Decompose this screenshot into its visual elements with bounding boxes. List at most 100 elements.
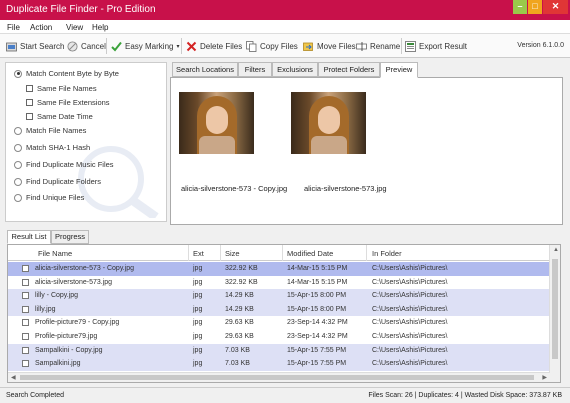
cell-folder: C:\Users\Ashis\Pictures\ [372,319,448,327]
option-match-file-names[interactable]: Match File Names [14,126,86,135]
menu-file[interactable]: File [7,23,20,32]
cell-size: 14.29 KB [225,305,254,313]
start-search-button[interactable]: Start Search [6,39,64,53]
row-checkbox[interactable] [22,319,29,327]
export-icon [405,40,416,52]
checkbox[interactable] [26,99,33,106]
cell-file-name: alicia-silverstone-573 - Copy.jpg [35,265,135,272]
option-match-content[interactable]: Match Content Byte by Byte [14,69,119,78]
horizontal-scrollbar[interactable]: ◀ ▶ [8,372,550,382]
cell-file-name: lilly - Copy.jpg [35,292,79,300]
scroll-right-icon[interactable]: ▶ [542,374,547,381]
tab-filters[interactable]: Filters [238,62,272,77]
radio-button[interactable] [14,160,22,169]
row-checkbox[interactable] [22,305,29,313]
column-header-in-folder[interactable]: In Folder [372,249,402,258]
row-checkbox[interactable] [22,265,29,272]
table-row[interactable]: lilly.jpg jpg 14.29 KB 15-Apr-15 8:00 PM… [8,302,550,317]
scroll-thumb[interactable] [552,259,558,359]
scroll-up-icon[interactable]: ▲ [553,247,559,253]
column-header-ext[interactable]: Ext [193,249,204,258]
easy-marking-button[interactable]: Easy Marking ▾ [111,39,179,53]
title-bar: Duplicate File Finder - Pro Edition – □ … [0,0,570,20]
tab-preview[interactable]: Preview [380,62,418,78]
radio-button[interactable] [14,126,22,135]
scroll-thumb[interactable] [20,375,534,380]
cell-file-name: Sampalkini - Copy.jpg [35,346,103,354]
table-row[interactable]: Profile-picture79.jpg jpg 29.63 KB 23-Se… [8,330,550,344]
cell-folder: C:\Users\Ashis\Pictures\ [372,305,448,313]
cancel-label: Cancel [81,41,106,51]
copy-files-button[interactable]: Copy Files [246,39,298,53]
move-files-button[interactable]: Move Files [303,39,356,53]
maximize-button[interactable]: □ [528,0,542,14]
column-header-size[interactable]: Size [225,249,240,258]
cell-size: 7.03 KB [225,346,250,354]
table-row[interactable]: alicia-silverstone-573.jpg jpg 322.92 KB… [8,275,550,290]
preview-caption: alicia-silverstone-573.jpg [304,184,387,193]
cell-modified-date: 15-Apr-15 8:00 PM [287,292,347,300]
table-row[interactable]: Sampalkini.jpg jpg 7.03 KB 15-Apr-15 7:5… [8,357,550,371]
radio-button[interactable] [14,143,22,152]
checkbox[interactable] [26,85,33,92]
tab-progress[interactable]: Progress [51,230,89,244]
easy-marking-label: Easy Marking [125,41,174,51]
cell-modified-date: 15-Apr-15 7:55 PM [287,346,347,354]
row-checkbox[interactable] [22,292,29,300]
minimize-button[interactable]: – [513,0,527,14]
table-row[interactable]: lilly - Copy.jpg jpg 14.29 KB 15-Apr-15 … [8,289,550,303]
table-row[interactable]: alicia-silverstone-573 - Copy.jpg jpg 32… [8,262,550,276]
row-checkbox[interactable] [22,346,29,354]
status-bar: Search Completed Files Scan: 26 | Duplic… [0,387,570,403]
option-match-sha1[interactable]: Match SHA-1 Hash [14,143,90,152]
radio-button[interactable] [14,193,22,202]
preview-thumbnail[interactable] [291,92,366,154]
photo-face [206,106,228,134]
checkbox[interactable] [26,113,33,120]
tab-result-list[interactable]: Result List [7,230,51,244]
cell-modified-date: 23-Sep-14 4:32 PM [287,333,348,340]
option-unique-files[interactable]: Find Unique Files [14,193,84,202]
cell-ext: jpg [193,278,203,286]
column-header-file-name[interactable]: File Name [38,249,72,258]
cell-modified-date: 15-Apr-15 8:00 PM [287,305,347,313]
cancel-button[interactable]: Cancel [67,39,106,53]
tab-search-locations[interactable]: Search Locations [172,62,238,77]
column-divider[interactable] [282,245,283,261]
tab-exclusions[interactable]: Exclusions [272,62,318,77]
menu-help[interactable]: Help [92,23,108,32]
column-header-modified-date[interactable]: Modified Date [287,249,333,258]
option-same-file-extensions[interactable]: Same File Extensions [26,98,110,107]
row-checkbox[interactable] [22,278,29,286]
window-title: Duplicate File Finder - Pro Edition [6,4,156,15]
option-same-date-time[interactable]: Same Date Time [26,112,93,121]
cell-ext: jpg [193,360,203,368]
column-divider[interactable] [366,245,367,261]
menu-view[interactable]: View [66,23,83,32]
close-button[interactable]: ✕ [543,0,568,14]
preview-thumbnail[interactable] [179,92,254,154]
menu-action[interactable]: Action [30,23,52,32]
grid-header: File Name Ext Size Modified Date In Fold… [8,245,550,261]
tab-protect-folders[interactable]: Protect Folders [318,62,380,77]
option-same-file-names[interactable]: Same File Names [26,84,97,93]
option-duplicate-music[interactable]: Find Duplicate Music Files [14,160,114,169]
radio-button[interactable] [14,69,22,78]
rename-button[interactable]: Rename [356,39,400,53]
cell-file-name: Profile-picture79 - Copy.jpg [35,319,120,327]
option-duplicate-folders[interactable]: Find Duplicate Folders [14,177,101,186]
radio-button[interactable] [14,177,22,186]
scroll-left-icon[interactable]: ◀ [11,374,16,381]
row-checkbox[interactable] [22,360,29,368]
delete-files-button[interactable]: Delete Files [186,39,242,53]
status-text: Search Completed [6,392,64,399]
row-checkbox[interactable] [22,333,29,340]
table-row[interactable]: Sampalkini - Copy.jpg jpg 7.03 KB 15-Apr… [8,343,550,358]
vertical-scrollbar[interactable]: ▲ [549,245,560,382]
column-divider[interactable] [220,245,221,261]
column-divider[interactable] [188,245,189,261]
search-options-panel: Match Content Byte by Byte Same File Nam… [5,62,167,222]
export-result-button[interactable]: Export Result [405,39,467,53]
cell-folder: C:\Users\Ashis\Pictures\ [372,360,448,368]
table-row[interactable]: Profile-picture79 - Copy.jpg jpg 29.63 K… [8,316,550,330]
